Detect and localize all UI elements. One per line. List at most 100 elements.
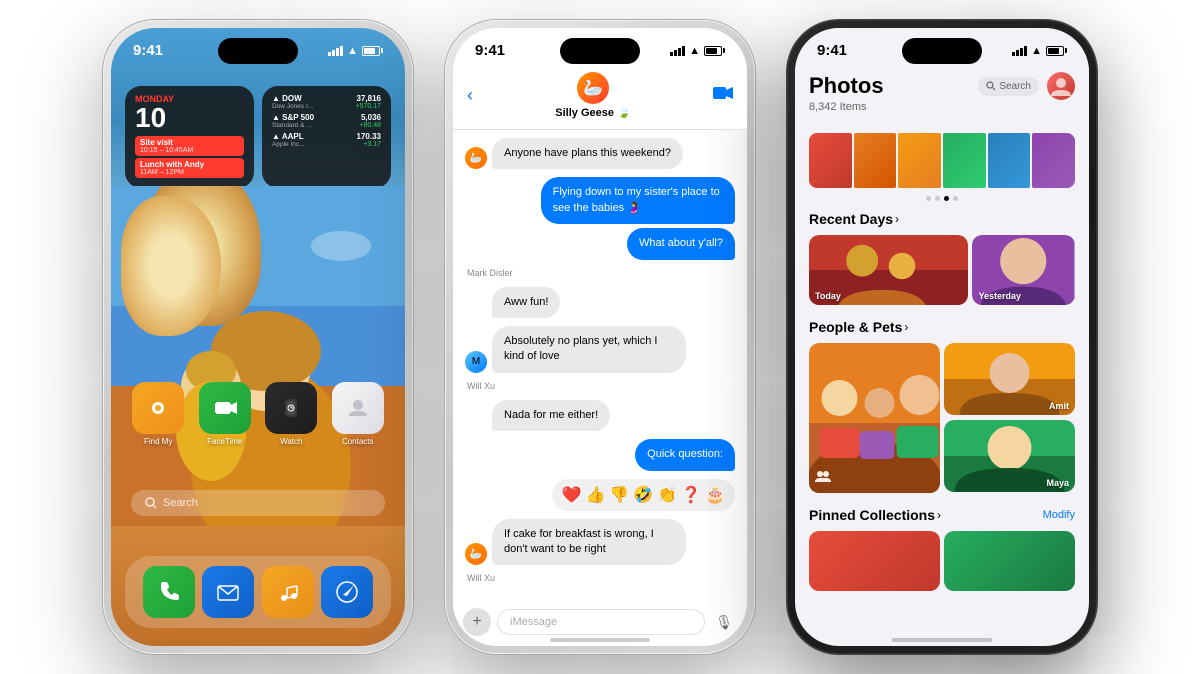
battery-icon-2 [704, 46, 725, 56]
photos-title: Photos [809, 73, 884, 99]
strip-indicators [809, 196, 1075, 201]
msg-bubble-4: Aww fun! [492, 287, 560, 318]
search-icon-photos [986, 81, 996, 91]
widgets-row: Monday 10 Site visit 10:15 – 10:45AM Lun… [125, 86, 391, 188]
msg-row-1: 🦢 Anyone have plans this weekend? [465, 138, 735, 169]
battery-icon-3 [1046, 46, 1067, 56]
battery-icon [362, 46, 383, 56]
stock-dow: ▲ DOW Dow Jones I... 37,816 +570.17 [272, 94, 381, 110]
yesterday-label: Yesterday [978, 291, 1021, 301]
group-name: Silly Geese 🍃 [555, 106, 630, 119]
people-card-large[interactable] [809, 343, 940, 493]
time-display: 9:41 [133, 42, 163, 59]
message-input[interactable]: iMessage [497, 609, 705, 635]
cal-events: Site visit 10:15 – 10:45AM Lunch with An… [135, 136, 244, 178]
app-row-1: Find My FaceTime Watch [125, 382, 391, 446]
add-button[interactable]: + [463, 608, 491, 636]
messages-background: 9:41 ▲ [453, 28, 747, 646]
calendar-widget[interactable]: Monday 10 Site visit 10:15 – 10:45AM Lun… [125, 86, 254, 188]
home-screen: 9:41 ▲ [111, 28, 405, 646]
cal-event-2: Lunch with Andy 11AM – 12PM [135, 158, 244, 178]
phone-home: 9:41 ▲ [103, 20, 413, 654]
people-card-maya[interactable]: Maya [944, 420, 1075, 492]
strip-2 [854, 133, 897, 188]
app-facetime[interactable]: FaceTime [199, 382, 251, 446]
imessage-placeholder: iMessage [510, 616, 557, 628]
status-icons: ▲ [328, 45, 383, 57]
photos-screen: 9:41 ▲ [795, 28, 1089, 646]
dock-phone[interactable] [143, 566, 195, 618]
pinned-title: Pinned Collections [809, 507, 935, 523]
sender-mark: Mark Disler [467, 268, 735, 278]
people-pets-title: People & Pets [809, 319, 902, 335]
msg-bubble-7: Quick question: [635, 439, 735, 470]
wifi-icon-2: ▲ [689, 45, 700, 57]
sender-will-2: Will Xu [467, 573, 735, 583]
home-photo [111, 186, 405, 526]
wifi-icon: ▲ [347, 45, 358, 57]
photos-title-row: Photos Search [809, 72, 1075, 100]
recent-days-chevron: › [895, 212, 899, 226]
pinned-collections-header: Pinned Collections › Modify [809, 507, 1075, 523]
search-bar[interactable]: Search [131, 490, 385, 516]
stock-aapl: ▲ AAPL Apple Inc... 170.33 +3.17 [272, 132, 381, 148]
video-call-button[interactable] [713, 85, 733, 106]
dynamic-island-2 [560, 38, 640, 64]
message-input-bar: + iMessage 🎙 [463, 608, 737, 636]
recent-day-yesterday[interactable]: Yesterday [972, 235, 1075, 305]
dock-mail[interactable] [202, 566, 254, 618]
pinned-grid [809, 531, 1075, 591]
photos-count: 8,342 Items [809, 101, 1075, 113]
people-pets-chevron: › [904, 320, 908, 334]
msg-bubble-8: If cake for breakfast is wrong, I don't … [492, 519, 686, 566]
msg-bubble-1: Anyone have plans this weekend? [492, 138, 683, 169]
dock-music[interactable] [262, 566, 314, 618]
strip-5 [988, 133, 1031, 188]
strip-6 [1032, 133, 1075, 188]
people-pets-grid: Amit [809, 343, 1075, 493]
search-icon [145, 497, 157, 509]
pinned-card-1[interactable] [809, 531, 940, 591]
msg-row-qq: Quick question: [465, 439, 735, 470]
app-watch[interactable]: Watch [265, 382, 317, 446]
emoji-reactions-bar: ❤️ 👍 👎 🤣 👏 ❓ 🎂 [552, 479, 735, 511]
msg-bubble-2: Flying down to my sister's place to see … [541, 177, 735, 224]
photos-search-button[interactable]: Search [978, 77, 1039, 96]
avatar-1: 🦢 [465, 147, 487, 169]
time-display-3: 9:41 [817, 42, 847, 59]
phone-photos: 9:41 ▲ [787, 20, 1097, 654]
home-indicator-3 [892, 638, 992, 642]
msg-bubble-5: Absolutely no plans yet, which I kind of… [492, 326, 686, 373]
dock-safari[interactable] [321, 566, 373, 618]
pinned-modify[interactable]: Modify [1043, 509, 1075, 521]
dynamic-island-3 [902, 38, 982, 64]
indicator-4 [953, 196, 958, 201]
phone-messages: 9:41 ▲ [445, 20, 755, 654]
app-contacts[interactable]: Contacts [332, 382, 384, 446]
dynamic-island [218, 38, 298, 64]
stock-sp500: ▲ S&P 500 Standard & ... 5,036 +80.48 [272, 113, 381, 129]
cal-date: 10 [135, 104, 244, 132]
app-find-my[interactable]: Find My [132, 382, 184, 446]
recent-days-grid: Today Yesterday [809, 235, 1075, 305]
back-button[interactable]: ‹ [467, 85, 473, 106]
status-icons-3: ▲ [1012, 45, 1067, 57]
sender-will: Will Xu [467, 381, 735, 391]
mic-button[interactable]: 🎙 [711, 614, 737, 631]
status-icons-2: ▲ [670, 45, 725, 57]
photos-background: 9:41 ▲ [795, 28, 1089, 646]
pinned-card-2[interactable] [944, 531, 1075, 591]
today-label: Today [815, 291, 841, 301]
photos-strip [809, 133, 1075, 188]
maya-name: Maya [1046, 478, 1069, 488]
people-card-amit[interactable]: Amit [944, 343, 1075, 415]
wifi-icon-3: ▲ [1031, 45, 1042, 57]
stocks-widget[interactable]: ▲ DOW Dow Jones I... 37,816 +570.17 [262, 86, 391, 188]
recent-days-title: Recent Days [809, 211, 893, 227]
recent-day-today[interactable]: Today [809, 235, 968, 305]
signal-icon [328, 46, 343, 56]
strip-4 [943, 133, 986, 188]
people-pets-header: People & Pets › [809, 319, 1075, 335]
profile-avatar[interactable] [1047, 72, 1075, 100]
messages-screen: 9:41 ▲ [453, 28, 747, 646]
